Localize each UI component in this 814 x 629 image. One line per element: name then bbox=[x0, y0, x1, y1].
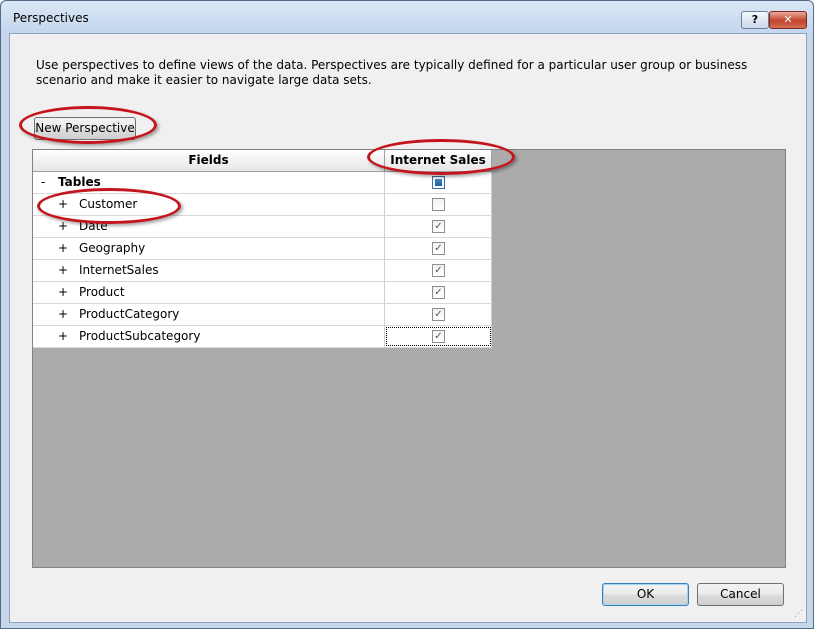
checkbox-cell bbox=[385, 282, 492, 303]
field-cell: + Date bbox=[33, 216, 385, 237]
field-cell: + Product bbox=[33, 282, 385, 303]
include-checkbox[interactable] bbox=[432, 198, 445, 211]
help-button[interactable]: ? bbox=[741, 11, 769, 29]
title-bar[interactable]: Perspectives ? ✕ bbox=[1, 1, 813, 33]
expand-icon[interactable]: + bbox=[58, 241, 68, 255]
expand-icon[interactable]: + bbox=[58, 263, 68, 277]
checkbox-cell bbox=[385, 238, 492, 259]
expand-icon[interactable]: + bbox=[58, 285, 68, 299]
checkbox-cell bbox=[385, 216, 492, 237]
include-checkbox[interactable] bbox=[432, 264, 445, 277]
field-name: Geography bbox=[79, 241, 146, 255]
field-cell: + Customer bbox=[33, 194, 385, 215]
field-name-tables: Tables bbox=[58, 175, 101, 189]
field-name: Date bbox=[79, 219, 108, 233]
field-cell: + InternetSales bbox=[33, 260, 385, 281]
include-checkbox[interactable] bbox=[432, 286, 445, 299]
dialog-body: Use perspectives to define views of the … bbox=[9, 33, 807, 623]
table-row[interactable]: + Geography bbox=[33, 238, 492, 260]
table-row[interactable]: + ProductSubcategory bbox=[33, 326, 492, 348]
table-row[interactable]: + InternetSales bbox=[33, 260, 492, 282]
cancel-button[interactable]: Cancel bbox=[697, 583, 784, 606]
tables-checkbox[interactable] bbox=[432, 176, 445, 189]
include-checkbox[interactable] bbox=[432, 242, 445, 255]
resize-grip-icon[interactable]: ⋰ bbox=[794, 609, 803, 619]
expand-icon[interactable]: + bbox=[58, 329, 68, 343]
expand-icon[interactable]: + bbox=[58, 219, 68, 233]
checkbox-cell bbox=[385, 194, 492, 215]
field-cell: + Geography bbox=[33, 238, 385, 259]
column-header-internet-sales[interactable]: Internet Sales bbox=[385, 150, 492, 172]
column-header-fields[interactable]: Fields bbox=[33, 150, 385, 172]
field-cell: + ProductSubcategory bbox=[33, 326, 385, 347]
table-row[interactable]: + Customer bbox=[33, 194, 492, 216]
field-name: Customer bbox=[79, 197, 138, 211]
include-checkbox[interactable] bbox=[432, 330, 445, 343]
field-name: InternetSales bbox=[79, 263, 159, 277]
window-title: Perspectives bbox=[13, 11, 89, 25]
collapse-icon[interactable]: - bbox=[41, 175, 45, 189]
table-row[interactable]: + Date bbox=[33, 216, 492, 238]
perspectives-grid: Fields Internet Sales - Tables + Customer… bbox=[32, 149, 786, 568]
perspectives-dialog: Perspectives ? ✕ Use perspectives to def… bbox=[0, 0, 814, 629]
field-name: ProductSubcategory bbox=[79, 329, 201, 343]
checkbox-cell bbox=[385, 326, 492, 347]
expand-icon[interactable]: + bbox=[58, 197, 68, 211]
table-row-tables[interactable]: - Tables bbox=[33, 172, 492, 194]
include-checkbox[interactable] bbox=[432, 308, 445, 321]
include-checkbox[interactable] bbox=[432, 220, 445, 233]
table-row[interactable]: + ProductCategory bbox=[33, 304, 492, 326]
grid-rows: - Tables + Customer + Date + Geography + Intern… bbox=[33, 172, 492, 348]
field-name: Product bbox=[79, 285, 125, 299]
field-cell: + ProductCategory bbox=[33, 304, 385, 325]
table-row[interactable]: + Product bbox=[33, 282, 492, 304]
checkbox-cell bbox=[385, 304, 492, 325]
field-name: ProductCategory bbox=[79, 307, 180, 321]
field-cell: - Tables bbox=[33, 172, 385, 193]
checkbox-cell bbox=[385, 172, 492, 193]
description-text: Use perspectives to define views of the … bbox=[36, 58, 748, 87]
close-button[interactable]: ✕ bbox=[769, 11, 807, 29]
expand-icon[interactable]: + bbox=[58, 307, 68, 321]
new-perspective-button[interactable]: New Perspective bbox=[34, 117, 136, 140]
checkbox-cell bbox=[385, 260, 492, 281]
ok-button[interactable]: OK bbox=[602, 583, 689, 606]
